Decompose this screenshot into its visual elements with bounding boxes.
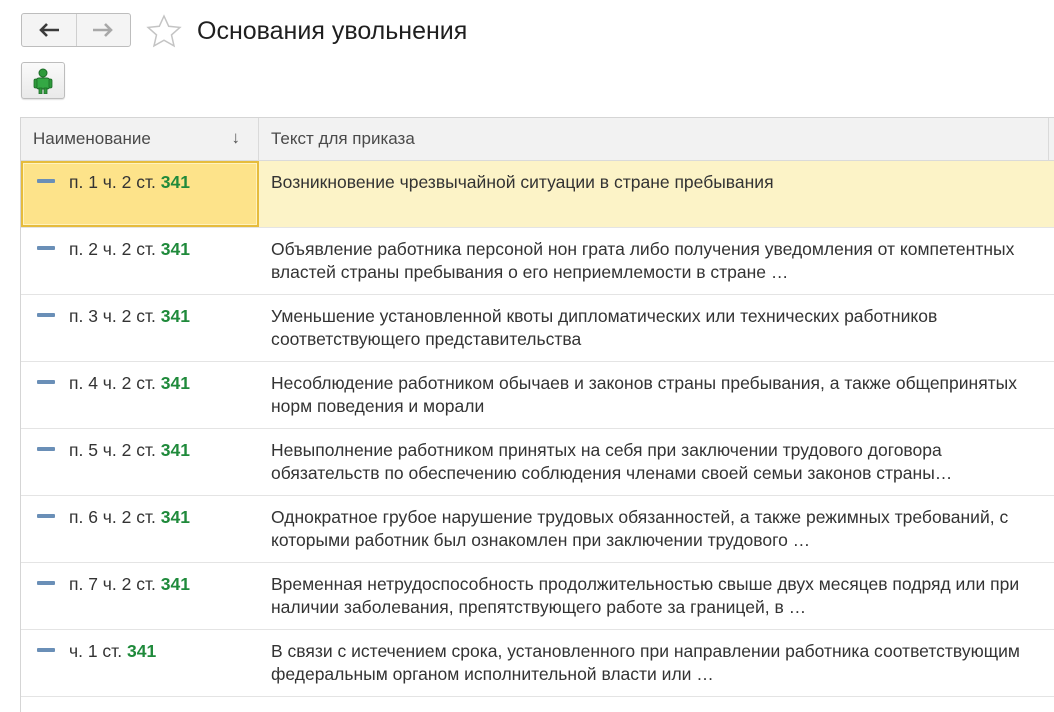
star-icon[interactable] <box>146 14 182 48</box>
sort-arrow-icon: ↓ <box>231 128 241 147</box>
column-header-label: Наименование <box>33 129 151 148</box>
table-header: Наименование ↓ Текст для приказа <box>21 118 1054 161</box>
table-row[interactable]: п. 2 ч. 2 ст. 341 Объявление работника п… <box>21 228 1054 295</box>
article-number: 341 <box>160 306 190 326</box>
cell-name: ч. 1 ст. 341 <box>21 630 259 696</box>
article-number: 341 <box>160 574 190 594</box>
article-number: 341 <box>160 373 190 393</box>
cell-name: п. 6 ч. 2 ст. 341 <box>21 496 259 562</box>
table-row[interactable]: п. 7 ч. 2 ст. 341 Временная нетрудоспосо… <box>21 563 1054 630</box>
cell-name: п. 2 ч. 2 ст. 341 <box>21 228 259 294</box>
cell-order-text: В связи с истечением срока, установленно… <box>271 641 1020 684</box>
element-dash-icon <box>37 648 55 652</box>
cell-name: п. 3 ч. 2 ст. 341 <box>21 295 259 361</box>
page-title: Основания увольнения <box>197 17 468 45</box>
dismissal-reasons-table: Наименование ↓ Текст для приказа п. 1 ч.… <box>20 117 1054 712</box>
code-prefix: п. 5 ч. 2 ст. <box>69 440 161 460</box>
element-dash-icon <box>37 313 55 317</box>
cell-order-text: Временная нетрудоспособность продолжител… <box>271 574 1020 617</box>
article-number: 341 <box>160 507 190 527</box>
cell-order-text: Невыполнение работником принятых на себя… <box>271 440 953 483</box>
column-header-name[interactable]: Наименование ↓ <box>21 118 259 160</box>
table-row[interactable]: п. 5 ч. 2 ст. 341 Невыполнение работнико… <box>21 429 1054 496</box>
code-prefix: п. 1 ч. 2 ст. <box>69 172 161 192</box>
cell-name: п. 1 ч. 2 ст. 341 <box>21 161 259 227</box>
cell-order-text: Объявление работника персоной нон грата … <box>271 239 1015 282</box>
cell-name: п. 5 ч. 2 ст. 341 <box>21 429 259 495</box>
back-button[interactable] <box>22 14 76 46</box>
element-dash-icon <box>37 246 55 250</box>
cell-order-text: Однократное грубое нарушение трудовых об… <box>271 507 1009 550</box>
user-action-button[interactable] <box>21 62 65 99</box>
code-prefix: п. 6 ч. 2 ст. <box>69 507 161 527</box>
arrow-right-icon <box>93 23 114 37</box>
cell-order-text: Несоблюдение работником обычаев и законо… <box>271 373 1018 416</box>
element-dash-icon <box>37 581 55 585</box>
navigation-buttons <box>21 13 131 47</box>
table-row[interactable]: п. 3 ч. 2 ст. 341 Уменьшение установленн… <box>21 295 1054 362</box>
table-row[interactable]: п. 1 ч. 2 ст. 341 Возникновение чрезвыча… <box>21 161 1054 228</box>
table-row[interactable]: п. 4 ч. 2 ст. 341 Несоблюдение работнико… <box>21 362 1054 429</box>
code-prefix: п. 2 ч. 2 ст. <box>69 239 161 259</box>
toolbar: Основания увольнения <box>0 0 1054 60</box>
code-prefix: п. 3 ч. 2 ст. <box>69 306 161 326</box>
cell-order-text: Уменьшение установленной квоты дипломати… <box>271 306 938 349</box>
table-row[interactable]: п. 6 ч. 2 ст. 341 Однократное грубое нар… <box>21 496 1054 563</box>
article-number: 341 <box>160 239 190 259</box>
article-number: 341 <box>160 440 190 460</box>
user-green-icon <box>33 68 53 94</box>
article-number: 341 <box>160 172 190 192</box>
cell-order-text: Возникновение чрезвычайной ситуации в ст… <box>271 172 774 192</box>
code-prefix: п. 4 ч. 2 ст. <box>69 373 161 393</box>
cell-name: п. 7 ч. 2 ст. 341 <box>21 563 259 629</box>
column-header-order-text[interactable]: Текст для приказа <box>259 118 1049 160</box>
element-dash-icon <box>37 380 55 384</box>
element-dash-icon <box>37 514 55 518</box>
element-dash-icon <box>37 179 55 183</box>
code-prefix: ч. 1 ст. <box>69 641 127 661</box>
article-number: 341 <box>127 641 157 661</box>
forward-button[interactable] <box>75 14 131 46</box>
table-row[interactable]: ч. 1 ст. 341 В связи с истечением срока,… <box>21 630 1054 697</box>
cell-name: п. 4 ч. 2 ст. 341 <box>21 362 259 428</box>
code-prefix: п. 7 ч. 2 ст. <box>69 574 161 594</box>
arrow-left-icon <box>38 23 59 37</box>
column-header-label: Текст для приказа <box>271 129 415 148</box>
element-dash-icon <box>37 447 55 451</box>
